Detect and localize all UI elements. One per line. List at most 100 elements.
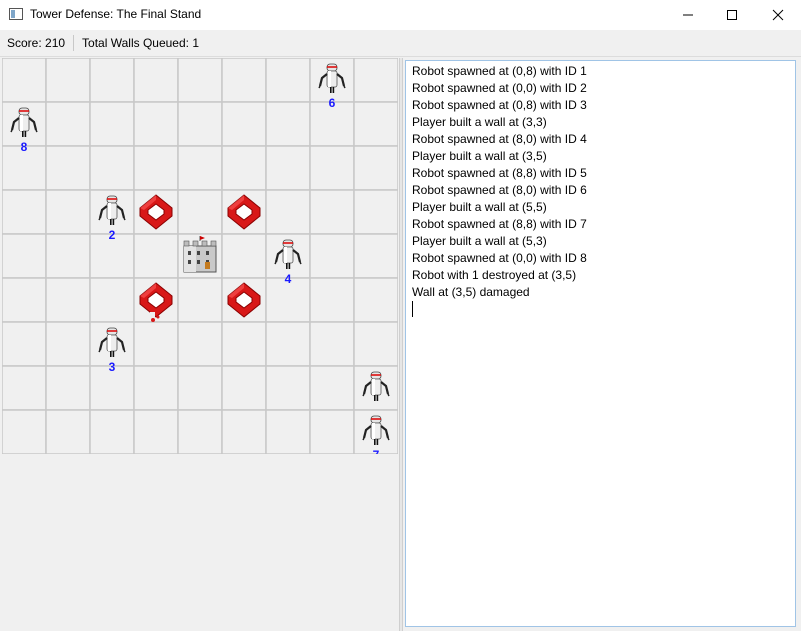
grid-cell[interactable] (353, 321, 398, 367)
grid-cell[interactable] (2, 365, 47, 411)
log-entry: Player built a wall at (3,5) (412, 149, 547, 163)
event-log[interactable]: Robot spawned at (0,8) with ID 1 Robot sp… (405, 60, 796, 627)
grid-cell[interactable] (45, 321, 91, 367)
grid-cell[interactable] (265, 101, 311, 147)
grid-cell[interactable] (309, 409, 355, 454)
maximize-button[interactable] (709, 0, 755, 30)
robot-id-label: 2 (109, 228, 116, 242)
grid-cell[interactable] (309, 365, 355, 411)
grid-cell[interactable] (133, 233, 179, 279)
grid-cell[interactable] (265, 409, 311, 454)
grid-cell[interactable] (265, 145, 311, 191)
grid-cell[interactable] (177, 101, 223, 147)
grid-cell[interactable] (265, 189, 311, 235)
robot-id-label: 6 (329, 96, 336, 110)
grid-cell[interactable] (177, 409, 223, 454)
window-title: Tower Defense: The Final Stand (30, 7, 202, 21)
grid-cell[interactable] (309, 321, 355, 367)
grid-cell[interactable] (2, 58, 47, 103)
grid-cell[interactable] (133, 409, 179, 454)
log-entry: Robot spawned at (8,0) with ID 4 (412, 132, 587, 146)
grid-cell[interactable] (133, 58, 179, 103)
grid-cell[interactable] (353, 101, 398, 147)
grid-cell[interactable] (2, 189, 47, 235)
grid-cell[interactable] (221, 233, 267, 279)
grid-cell[interactable] (221, 58, 267, 103)
grid-cell[interactable] (353, 277, 398, 323)
grid-cell[interactable] (309, 189, 355, 235)
minimize-button[interactable] (665, 0, 711, 30)
minimize-icon (683, 14, 693, 16)
log-entry: Robot spawned at (0,8) with ID 1 (412, 64, 587, 78)
grid-cell[interactable] (2, 277, 47, 323)
grid-cell[interactable] (133, 365, 179, 411)
grid-cell[interactable] (177, 365, 223, 411)
robot-id-label: 3 (109, 360, 116, 374)
log-entry: Player built a wall at (3,3) (412, 115, 547, 129)
game-board[interactable]: 8 6 2 4 3 7 (2, 58, 398, 454)
grid-cell[interactable] (177, 321, 223, 367)
log-entry: Wall at (3,5) damaged (412, 285, 530, 299)
log-entry: Robot spawned at (8,0) with ID 6 (412, 183, 587, 197)
maximize-icon (727, 10, 737, 20)
log-entry: Robot spawned at (8,8) with ID 5 (412, 166, 587, 180)
log-entry: Player built a wall at (5,3) (412, 234, 547, 248)
grid-cell[interactable] (89, 145, 135, 191)
app-icon (9, 8, 23, 20)
score-label: Score: 210 (7, 36, 66, 50)
walls-queued-label: Total Walls Queued: 1 (82, 36, 199, 50)
title-bar: Tower Defense: The Final Stand (0, 0, 801, 30)
log-entry: Robot spawned at (0,0) with ID 8 (412, 251, 587, 265)
grid-cell[interactable] (177, 277, 223, 323)
grid-cell[interactable] (353, 145, 398, 191)
grid-cell[interactable] (133, 321, 179, 367)
grid-cell[interactable] (265, 365, 311, 411)
grid-cell[interactable] (45, 101, 91, 147)
text-caret (412, 301, 413, 317)
grid-cell[interactable] (133, 101, 179, 147)
grid-cell[interactable] (89, 101, 135, 147)
grid-cell[interactable] (221, 101, 267, 147)
grid-cell[interactable] (45, 365, 91, 411)
grid-cell[interactable] (177, 145, 223, 191)
log-entry: Robot with 1 destroyed at (3,5) (412, 268, 577, 282)
grid-cell[interactable] (2, 233, 47, 279)
grid-cell[interactable] (177, 189, 223, 235)
grid-cell[interactable] (353, 58, 398, 103)
grid-cell[interactable] (89, 409, 135, 454)
grid-cell[interactable] (2, 409, 47, 454)
grid-cell[interactable] (309, 233, 355, 279)
log-entry: Robot spawned at (0,8) with ID 3 (412, 98, 587, 112)
grid-cell[interactable] (221, 409, 267, 454)
grid-cell[interactable] (45, 409, 91, 454)
grid-cell[interactable] (45, 145, 91, 191)
grid-cell[interactable] (45, 189, 91, 235)
status-bar: Score: 210 Total Walls Queued: 1 (0, 30, 801, 57)
close-icon (772, 9, 784, 21)
grid-cell[interactable] (309, 145, 355, 191)
event-log-lines: Robot spawned at (0,8) with ID 1 Robot sp… (412, 63, 795, 301)
log-entry: Robot spawned at (8,8) with ID 7 (412, 217, 587, 231)
grid-cell[interactable] (265, 58, 311, 103)
grid-cell[interactable] (353, 233, 398, 279)
grid-cell[interactable] (309, 277, 355, 323)
robot-id-label: 8 (21, 140, 28, 154)
log-entry: Player built a wall at (5,5) (412, 200, 547, 214)
log-entry: Robot spawned at (0,0) with ID 2 (412, 81, 587, 95)
grid-cell[interactable] (133, 145, 179, 191)
grid-cell[interactable] (45, 277, 91, 323)
grid-cell[interactable] (45, 58, 91, 103)
panel-splitter[interactable] (399, 58, 403, 631)
grid-cell[interactable] (177, 58, 223, 103)
robot-id-label: 7 (373, 448, 380, 454)
grid-cell[interactable] (2, 321, 47, 367)
grid-cell[interactable] (89, 277, 135, 323)
grid-cell[interactable] (353, 189, 398, 235)
grid-cell[interactable] (89, 58, 135, 103)
grid-cell[interactable] (45, 233, 91, 279)
grid-cell[interactable] (265, 321, 311, 367)
grid-cell[interactable] (221, 321, 267, 367)
close-button[interactable] (755, 0, 801, 30)
grid-cell[interactable] (221, 145, 267, 191)
grid-cell[interactable] (221, 365, 267, 411)
